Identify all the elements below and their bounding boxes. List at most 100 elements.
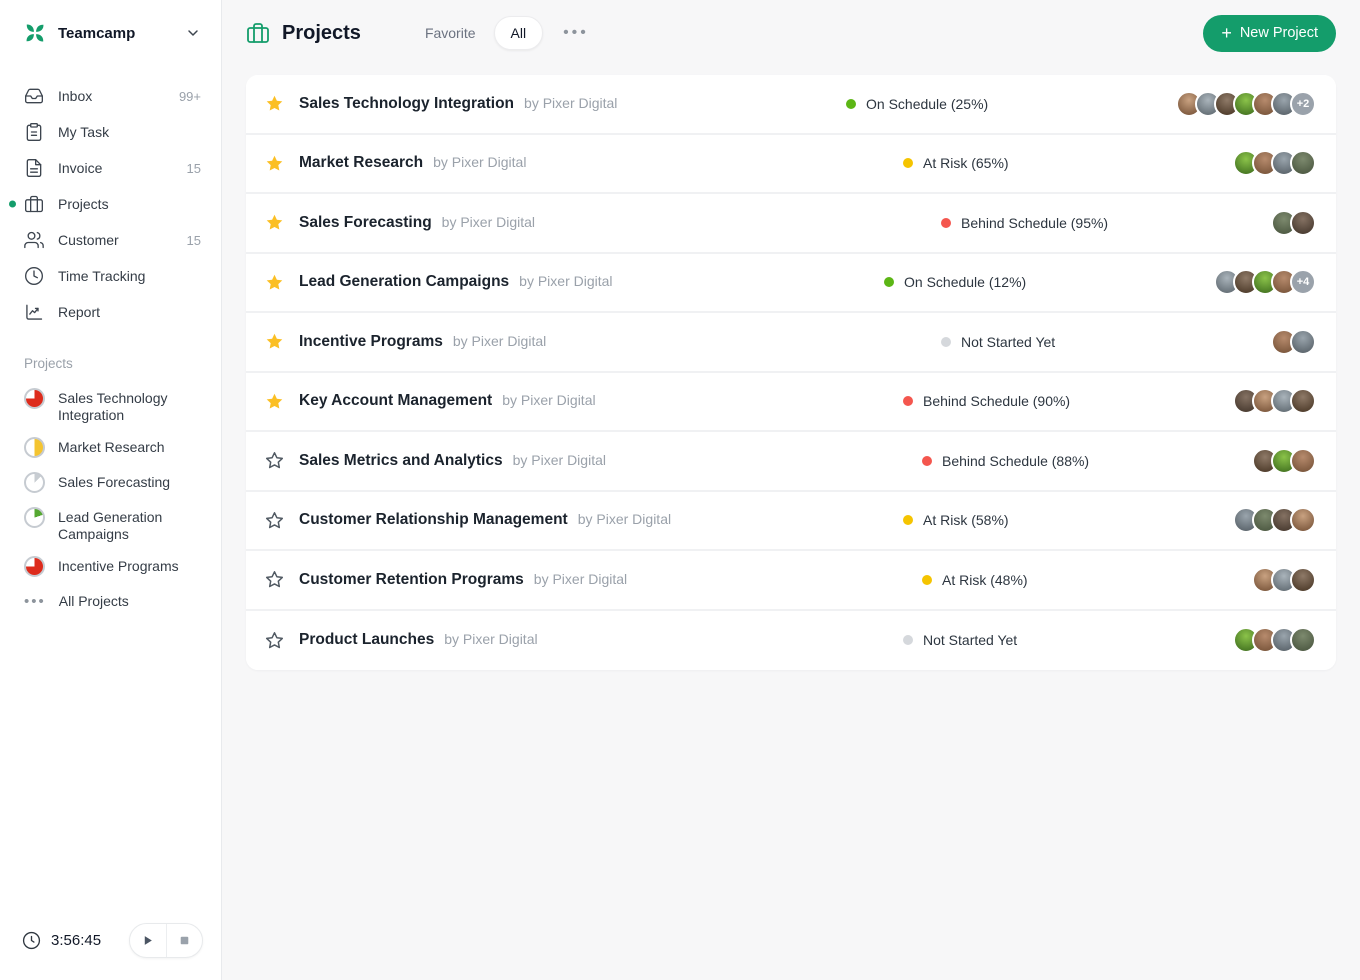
sidebar-item-projects[interactable]: Projects xyxy=(0,186,221,222)
project-row[interactable]: Customer Relationship Management by Pixe… xyxy=(246,491,1336,551)
customer-count-badge: 15 xyxy=(186,232,201,248)
favorite-toggle[interactable] xyxy=(260,506,289,535)
favorite-toggle[interactable] xyxy=(260,268,289,297)
project-row[interactable]: Market Research by Pixer Digital At Risk… xyxy=(246,134,1336,194)
sidebar-project-incentive-programs[interactable]: Incentive Programs xyxy=(0,549,221,584)
favorite-toggle[interactable] xyxy=(260,565,289,594)
tab-all[interactable]: All xyxy=(493,16,544,50)
status-dot xyxy=(903,515,913,526)
page-header: Projects Favorite All ••• + New Project xyxy=(246,0,1336,66)
timer-play-button[interactable] xyxy=(130,924,166,957)
sidebar-item-inbox[interactable]: Inbox 99+ xyxy=(0,78,221,114)
avatar[interactable] xyxy=(1290,328,1316,355)
star-icon xyxy=(266,215,283,230)
star-icon xyxy=(266,274,283,290)
sidebar-item-label: Inbox xyxy=(58,88,93,104)
sidebar-item-my-task[interactable]: My Task xyxy=(0,114,221,150)
project-status: On Schedule (12%) xyxy=(884,274,1214,290)
status-dot xyxy=(941,217,951,228)
sidebar-item-label: Time Tracking xyxy=(58,268,146,284)
project-info: Lead Generation Campaigns by Pixer Digit… xyxy=(299,273,884,291)
avatar-stack xyxy=(1271,209,1316,236)
project-row[interactable]: Sales Metrics and Analytics by Pixer Dig… xyxy=(246,432,1336,492)
project-owner: by Pixer Digital xyxy=(524,94,618,111)
avatar-overflow-badge[interactable]: +2 xyxy=(1290,90,1316,117)
sidebar-item-label: Report xyxy=(58,304,101,320)
timer-stop-button[interactable] xyxy=(167,924,203,957)
more-options-button[interactable]: ••• xyxy=(557,18,595,48)
sidebar-item-report[interactable]: Report xyxy=(0,294,221,330)
star-icon xyxy=(266,334,283,349)
project-row[interactable]: Lead Generation Campaigns by Pixer Digit… xyxy=(246,253,1336,313)
favorite-toggle[interactable] xyxy=(260,149,289,178)
invoice-count-badge: 15 xyxy=(186,160,201,176)
time-tracker-widget: 3:56:45 xyxy=(0,923,221,980)
new-project-label: New Project xyxy=(1239,25,1318,41)
status-label: At Risk (48%) xyxy=(942,571,1028,588)
projects-section-heading: Projects xyxy=(24,356,73,371)
avatar-stack xyxy=(1233,507,1316,534)
sidebar-item-time-tracking[interactable]: Time Tracking xyxy=(0,258,221,294)
avatar[interactable] xyxy=(1290,388,1316,415)
project-status: Not Started Yet xyxy=(941,334,1271,350)
favorite-toggle[interactable] xyxy=(260,446,289,475)
star-icon xyxy=(266,96,283,111)
workspace-switcher[interactable]: Teamcamp xyxy=(0,0,221,60)
project-info: Customer Retention Programs by Pixer Dig… xyxy=(299,571,922,589)
project-status: On Schedule (25%) xyxy=(846,96,1176,112)
project-row[interactable]: Key Account Management by Pixer Digital … xyxy=(246,372,1336,432)
avatar[interactable] xyxy=(1290,209,1316,236)
project-row[interactable]: Incentive Programs by Pixer Digital Not … xyxy=(246,313,1336,373)
favorite-toggle[interactable] xyxy=(260,89,289,118)
project-label: Market Research xyxy=(58,439,165,456)
favorite-toggle[interactable] xyxy=(260,208,289,237)
favorite-toggle[interactable] xyxy=(260,327,289,356)
sidebar-project-sales-technology-integration[interactable]: Sales Technology Integration xyxy=(0,381,221,430)
task-icon xyxy=(24,122,44,142)
avatar[interactable] xyxy=(1290,447,1316,474)
project-title: Key Account Management xyxy=(299,392,493,410)
project-title: Sales Metrics and Analytics xyxy=(299,451,503,469)
sidebar-item-label: Customer xyxy=(58,232,119,248)
project-status: At Risk (58%) xyxy=(903,512,1233,528)
project-progress-pie-icon xyxy=(24,507,45,529)
avatar[interactable] xyxy=(1290,566,1316,593)
sidebar-item-label: My Task xyxy=(58,124,110,140)
project-status: Behind Schedule (95%) xyxy=(941,215,1271,231)
project-row[interactable]: Product Launches by Pixer Digital Not St… xyxy=(246,610,1336,670)
project-row[interactable]: Customer Retention Programs by Pixer Dig… xyxy=(246,551,1336,611)
avatar[interactable] xyxy=(1290,627,1316,654)
sidebar: Teamcamp Inbox 99+ My Task Invoice 15 Pr… xyxy=(0,0,222,980)
tab-favorite[interactable]: Favorite xyxy=(413,17,488,49)
avatar-stack: +2 xyxy=(1176,90,1316,117)
project-row[interactable]: Sales Technology Integration by Pixer Di… xyxy=(246,75,1336,135)
project-title: Sales Technology Integration xyxy=(299,94,515,112)
status-dot xyxy=(903,396,913,407)
project-status: Behind Schedule (88%) xyxy=(922,453,1252,469)
avatar-overflow-badge[interactable]: +4 xyxy=(1290,269,1316,296)
new-project-button[interactable]: + New Project xyxy=(1203,14,1336,52)
teamcamp-logo-icon xyxy=(22,20,48,46)
ellipsis-icon: ••• xyxy=(24,593,46,611)
status-label: Behind Schedule (95%) xyxy=(961,214,1109,231)
sidebar-item-customer[interactable]: Customer 15 xyxy=(0,222,221,258)
briefcase-icon xyxy=(24,194,44,214)
sidebar-item-invoice[interactable]: Invoice 15 xyxy=(0,150,221,186)
project-owner: by Pixer Digital xyxy=(441,213,536,230)
avatar[interactable] xyxy=(1290,150,1316,177)
project-owner: by Pixer Digital xyxy=(519,273,613,290)
sidebar-item-all-projects[interactable]: ••• All Projects xyxy=(0,584,221,619)
project-owner: by Pixer Digital xyxy=(444,631,538,648)
project-row[interactable]: Sales Forecasting by Pixer Digital Behin… xyxy=(246,194,1336,254)
favorite-toggle[interactable] xyxy=(260,626,289,655)
sidebar-project-lead-generation-campaigns[interactable]: Lead Generation Campaigns xyxy=(0,500,221,549)
project-status: At Risk (48%) xyxy=(922,572,1252,588)
favorite-toggle[interactable] xyxy=(260,387,289,416)
sidebar-project-sales-forecasting[interactable]: Sales Forecasting xyxy=(0,465,221,500)
project-title: Lead Generation Campaigns xyxy=(299,273,510,291)
sidebar-project-market-research[interactable]: Market Research xyxy=(0,430,221,465)
project-owner: by Pixer Digital xyxy=(577,511,672,528)
status-label: On Schedule (25%) xyxy=(866,95,989,112)
avatar[interactable] xyxy=(1290,507,1316,534)
customer-icon xyxy=(24,230,44,250)
